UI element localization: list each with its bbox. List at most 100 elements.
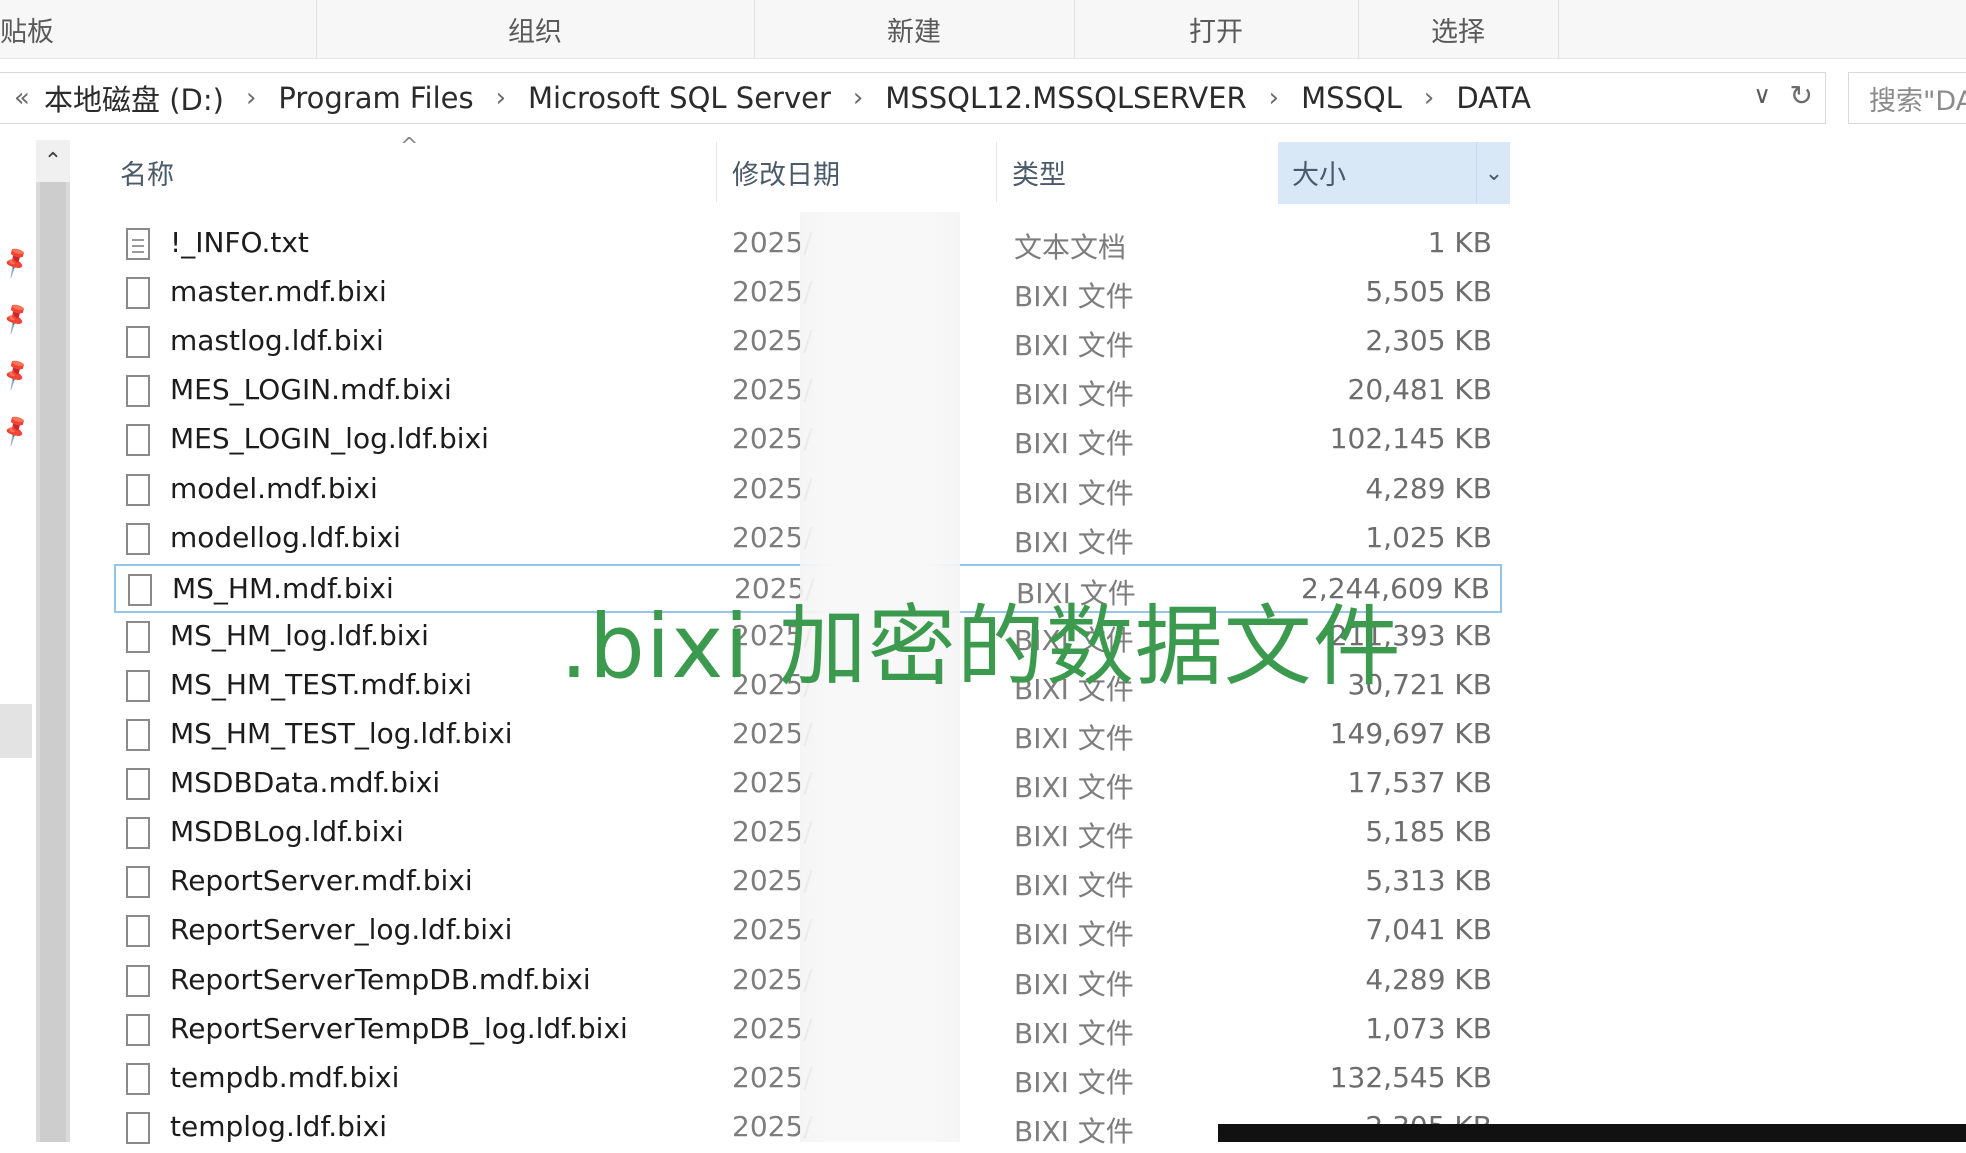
file-name: tempdb.mdf.bixi	[170, 1060, 400, 1094]
file-name: mastlog.ldf.bixi	[170, 324, 384, 358]
file-type: BIXI 文件	[1014, 918, 1134, 952]
file-icon	[126, 326, 150, 359]
ribbon-group-label: 新建	[887, 16, 941, 48]
pin-icon[interactable]: 📌	[0, 413, 34, 448]
file-name: MS_HM.mdf.bixi	[172, 571, 394, 605]
file-type: BIXI 文件	[1014, 378, 1134, 412]
file-type: BIXI 文件	[1014, 476, 1134, 510]
chevron-down-icon[interactable]: ∨	[1753, 81, 1771, 109]
file-type: BIXI 文件	[1014, 427, 1134, 461]
file-icon	[126, 1111, 150, 1144]
breadcrumb-sql-server[interactable]: Microsoft SQL Server	[528, 81, 831, 115]
column-header-label: 修改日期	[732, 159, 840, 191]
scroll-track[interactable]	[36, 182, 70, 1142]
ribbon-group-organize[interactable]: 组织	[316, 0, 755, 58]
ribbon-group-label: 贴板	[0, 16, 54, 48]
ribbon-group-label: 组织	[508, 16, 562, 48]
column-header-size[interactable]: 大小	[1292, 140, 1472, 204]
column-divider[interactable]	[996, 142, 997, 202]
chevron-right-icon[interactable]: ›	[224, 83, 278, 113]
scrollbar[interactable]: ⌃	[36, 140, 70, 1142]
file-name: modellog.ldf.bixi	[170, 520, 401, 554]
breadcrumb-program-files[interactable]: Program Files	[278, 81, 473, 115]
pin-icon[interactable]: 📌	[0, 245, 34, 280]
chevron-down-icon[interactable]: ⌄	[1476, 142, 1511, 204]
file-icon	[126, 1062, 150, 1095]
file-name: ReportServer.mdf.bixi	[170, 864, 473, 898]
file-name: master.mdf.bixi	[170, 275, 387, 309]
file-size: 102,145 KB	[1329, 422, 1492, 456]
search-placeholder: 搜索"DA	[1869, 85, 1966, 117]
column-header-type[interactable]: 类型	[1012, 140, 1272, 204]
column-header-name[interactable]: 名称	[120, 140, 710, 204]
file-icon	[126, 768, 150, 801]
file-type: BIXI 文件	[1014, 1016, 1134, 1050]
file-type: BIXI 文件	[1014, 820, 1134, 854]
file-size: 5,505 KB	[1365, 275, 1492, 309]
breadcrumb-data[interactable]: DATA	[1456, 81, 1531, 115]
file-type: BIXI 文件	[1014, 525, 1134, 559]
ribbon-group-open[interactable]: 打开	[1074, 0, 1359, 58]
scroll-up-icon[interactable]: ⌃	[36, 140, 70, 182]
pin-icon[interactable]: 📌	[0, 357, 34, 392]
pin-icon[interactable]: 📌	[0, 301, 34, 336]
file-icon	[126, 719, 150, 751]
file-icon	[126, 964, 150, 997]
ribbon-group-new[interactable]: 新建	[754, 0, 1075, 58]
bottom-bar	[1218, 1124, 1966, 1142]
file-name: MS_HM_log.ldf.bixi	[170, 618, 429, 652]
file-size: 7,041 KB	[1365, 913, 1492, 947]
back-chevron-icon[interactable]: «	[0, 83, 44, 113]
file-type: BIXI 文件	[1014, 1114, 1134, 1148]
file-type: 文本文档	[1014, 231, 1127, 264]
chevron-right-icon[interactable]: ›	[1402, 83, 1456, 113]
navigation-item-highlight[interactable]	[0, 704, 32, 758]
ribbon-group-select[interactable]: 选择	[1358, 0, 1559, 58]
chevron-right-icon[interactable]: ›	[1247, 83, 1301, 113]
file-name: MS_HM_TEST.mdf.bixi	[170, 667, 473, 701]
file-type: BIXI 文件	[1014, 280, 1134, 314]
file-icon	[126, 424, 150, 457]
breadcrumb-mssql12[interactable]: MSSQL12.MSSQLSERVER	[885, 81, 1246, 115]
scroll-thumb[interactable]	[40, 182, 66, 1142]
ribbon-group-clipboard[interactable]: 贴板	[0, 0, 317, 58]
file-size: 5,313 KB	[1365, 864, 1492, 898]
ribbon-group-label: 选择	[1431, 16, 1485, 48]
file-size: 2,305 KB	[1365, 324, 1492, 358]
file-size: 1 KB	[1427, 226, 1492, 259]
column-header-date[interactable]: 修改日期	[732, 140, 992, 204]
refresh-icon[interactable]: ↻	[1790, 79, 1813, 112]
address-bar[interactable]: « 本地磁盘 (D:) › Program Files › Microsoft …	[0, 72, 1826, 124]
file-icon	[126, 522, 150, 555]
column-divider[interactable]	[716, 142, 717, 202]
chevron-right-icon[interactable]: ›	[474, 83, 528, 113]
file-name: templog.ldf.bixi	[170, 1109, 388, 1143]
file-name: ReportServerTempDB.mdf.bixi	[170, 962, 591, 996]
breadcrumb-mssql[interactable]: MSSQL	[1301, 81, 1402, 115]
file-name: MSDBLog.ldf.bixi	[170, 815, 404, 849]
search-input[interactable]: 搜索"DA	[1848, 72, 1966, 124]
column-header-label: 大小	[1292, 159, 1346, 191]
ribbon: 贴板 组织 新建 打开 选择	[0, 0, 1966, 59]
chevron-right-icon[interactable]: ›	[831, 83, 885, 113]
file-size: 1,073 KB	[1365, 1011, 1492, 1045]
file-size: 17,537 KB	[1347, 766, 1492, 800]
file-icon	[126, 866, 150, 899]
file-size: 4,289 KB	[1365, 471, 1492, 505]
overlay-caption: .bixi 加密的数据文件	[560, 595, 1402, 698]
file-size: 20,481 KB	[1347, 373, 1492, 407]
file-type: BIXI 文件	[1014, 329, 1134, 363]
file-name: MSDBData.mdf.bixi	[170, 766, 441, 800]
column-header-label: 名称	[120, 159, 174, 191]
navigation-pane: 📌 📌 📌 📌	[0, 140, 36, 1142]
ribbon-group-label: 打开	[1189, 16, 1243, 48]
file-icon	[126, 817, 150, 850]
breadcrumb-drive[interactable]: 本地磁盘 (D:)	[44, 77, 224, 119]
file-icon	[126, 915, 150, 948]
file-size: 4,289 KB	[1365, 962, 1492, 996]
file-name: !_INFO.txt	[170, 226, 309, 259]
file-icon	[126, 375, 150, 408]
file-size: 5,185 KB	[1365, 815, 1492, 849]
file-name: ReportServer_log.ldf.bixi	[170, 913, 513, 947]
file-icon	[126, 277, 150, 310]
